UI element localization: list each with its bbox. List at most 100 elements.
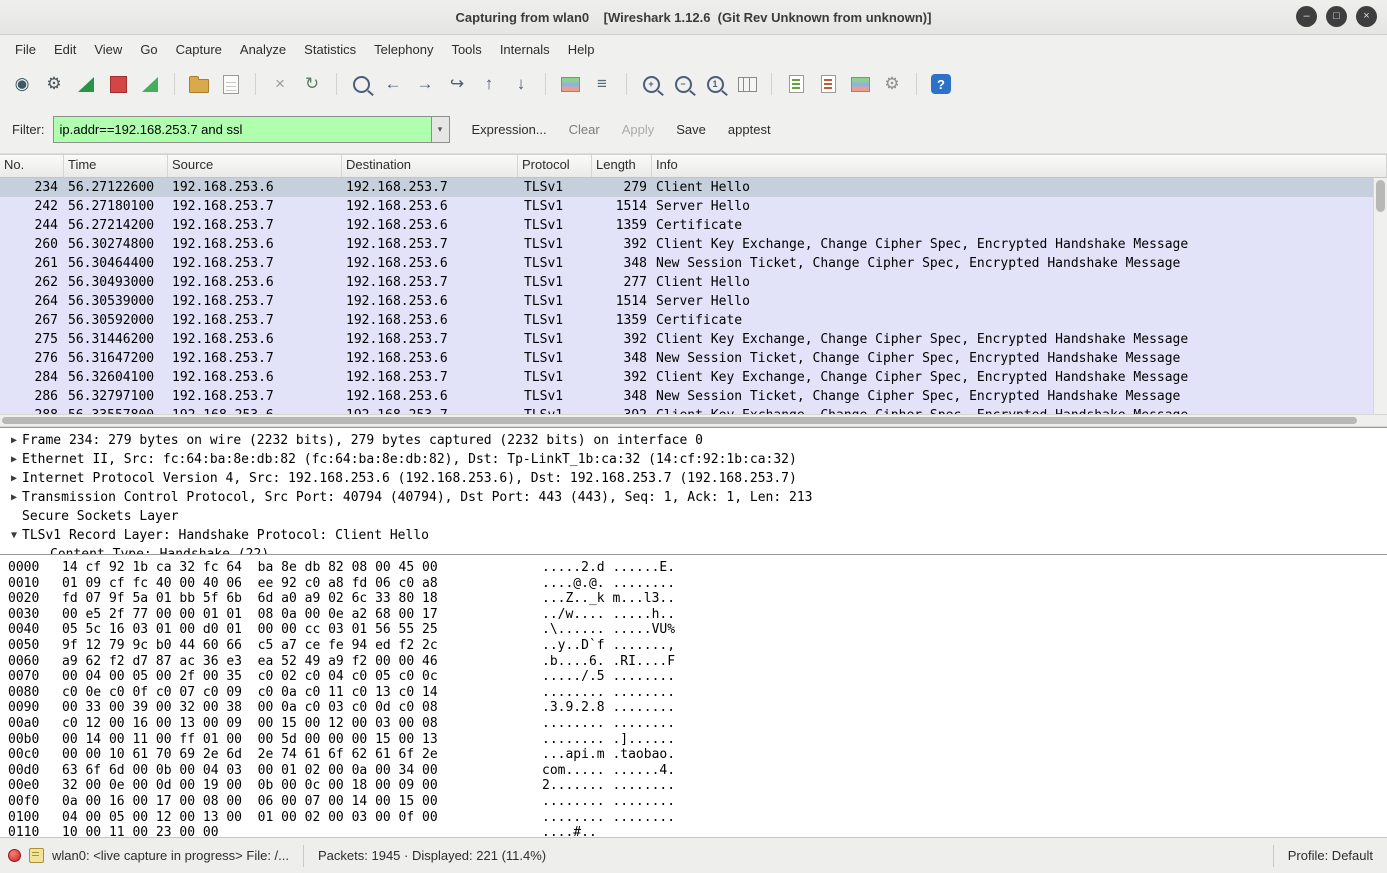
packet-row-244[interactable]: 24456.27214200192.168.253.7192.168.253.6… bbox=[0, 216, 1373, 235]
packet-list-hscrollbar[interactable] bbox=[0, 414, 1387, 427]
hex-line[interactable]: 0060a9 62 f2 d7 87 ac 36 e3 ea 52 49 a9 … bbox=[8, 654, 1387, 670]
menu-statistics[interactable]: Statistics bbox=[295, 37, 365, 62]
go-back-icon[interactable]: ← bbox=[379, 70, 407, 98]
capture-stop-icon[interactable] bbox=[104, 70, 132, 98]
packet-row-260[interactable]: 26056.30274800192.168.253.6192.168.253.7… bbox=[0, 235, 1373, 254]
zoom-out-icon[interactable]: − bbox=[669, 70, 697, 98]
tree-expander-icon[interactable]: ▶ bbox=[6, 450, 22, 469]
packet-row-288[interactable]: 28856.33557800192.168.253.6192.168.253.7… bbox=[0, 406, 1373, 414]
apptest-button[interactable]: apptest bbox=[718, 116, 781, 143]
hex-line[interactable]: 0080c0 0e c0 0f c0 07 c0 09 c0 0a c0 11 … bbox=[8, 685, 1387, 701]
hex-line[interactable]: 007000 04 00 05 00 2f 00 35 c0 02 c0 04 … bbox=[8, 669, 1387, 685]
column-header-protocol[interactable]: Protocol bbox=[518, 155, 592, 177]
expression-button[interactable]: Expression... bbox=[462, 116, 557, 143]
go-to-packet-icon[interactable]: ↪ bbox=[443, 70, 471, 98]
hex-line[interactable]: 00b000 14 00 11 00 ff 01 00 00 5d 00 00 … bbox=[8, 732, 1387, 748]
column-header-time[interactable]: Time bbox=[64, 155, 168, 177]
colorize-packet-list-icon[interactable] bbox=[556, 70, 584, 98]
capture-options-icon[interactable]: ⚙ bbox=[40, 70, 68, 98]
menu-analyze[interactable]: Analyze bbox=[231, 37, 295, 62]
detail-line[interactable]: ▶Transmission Control Protocol, Src Port… bbox=[6, 488, 1387, 507]
zoom-in-icon[interactable]: + bbox=[637, 70, 665, 98]
packet-row-267[interactable]: 26756.30592000192.168.253.7192.168.253.6… bbox=[0, 311, 1373, 330]
detail-line[interactable]: Secure Sockets Layer bbox=[6, 507, 1387, 526]
packet-row-261[interactable]: 26156.30464400192.168.253.7192.168.253.6… bbox=[0, 254, 1373, 273]
hex-line[interactable]: 010004 00 05 00 12 00 13 00 01 00 02 00 … bbox=[8, 810, 1387, 826]
column-header-source[interactable]: Source bbox=[168, 155, 342, 177]
menu-help[interactable]: Help bbox=[559, 37, 604, 62]
go-to-top-icon[interactable]: ↑ bbox=[475, 70, 503, 98]
menu-internals[interactable]: Internals bbox=[491, 37, 559, 62]
capture-comment-icon[interactable] bbox=[29, 848, 44, 863]
menu-go[interactable]: Go bbox=[131, 37, 166, 62]
tree-expander-icon[interactable]: ▼ bbox=[6, 526, 22, 545]
hex-line[interactable]: 000014 cf 92 1b ca 32 fc 64 ba 8e db 82 … bbox=[8, 560, 1387, 576]
column-header-no[interactable]: No. bbox=[0, 155, 64, 177]
tree-expander-icon[interactable]: ▶ bbox=[6, 431, 22, 450]
preferences-icon[interactable]: ⚙ bbox=[878, 70, 906, 98]
coloring-rules-icon[interactable] bbox=[846, 70, 874, 98]
zoom-100-icon[interactable]: 1 bbox=[701, 70, 729, 98]
packet-row-234[interactable]: 23456.27122600192.168.253.6192.168.253.7… bbox=[0, 178, 1373, 197]
close-button-icon[interactable]: × bbox=[1356, 6, 1377, 27]
menu-tools[interactable]: Tools bbox=[442, 37, 490, 62]
hex-line[interactable]: 009000 33 00 39 00 32 00 38 00 0a c0 03 … bbox=[8, 700, 1387, 716]
detail-line[interactable]: ▶Ethernet II, Src: fc:64:ba:8e:db:82 (fc… bbox=[6, 450, 1387, 469]
hex-line[interactable]: 011010 00 11 00 23 00 00....#.. bbox=[8, 825, 1387, 837]
tree-expander-icon[interactable]: ▶ bbox=[6, 469, 22, 488]
column-header-length[interactable]: Length bbox=[592, 155, 652, 177]
detail-line[interactable]: Content Type: Handshake (22) bbox=[34, 545, 1387, 554]
column-header-info[interactable]: Info bbox=[652, 155, 1387, 177]
hex-line[interactable]: 00c000 00 10 61 70 69 2e 6d 2e 74 61 6f … bbox=[8, 747, 1387, 763]
packet-list-vscrollbar[interactable] bbox=[1373, 178, 1387, 414]
menu-edit[interactable]: Edit bbox=[45, 37, 85, 62]
hscrollbar-thumb[interactable] bbox=[2, 417, 1357, 424]
tree-expander-icon[interactable] bbox=[6, 507, 22, 526]
hex-line[interactable]: 004005 5c 16 03 01 00 d0 01 00 00 cc 03 … bbox=[8, 622, 1387, 638]
hex-line[interactable]: 003000 e5 2f 77 00 00 01 01 08 0a 00 0e … bbox=[8, 607, 1387, 623]
capture-start-icon[interactable] bbox=[72, 70, 100, 98]
tree-expander-icon[interactable] bbox=[34, 545, 50, 554]
packet-row-286[interactable]: 28656.32797100192.168.253.7192.168.253.6… bbox=[0, 387, 1373, 406]
help-icon[interactable]: ? bbox=[927, 70, 955, 98]
reload-capture-icon[interactable]: ↻ bbox=[298, 70, 326, 98]
clear-button[interactable]: Clear bbox=[559, 116, 610, 143]
packet-row-284[interactable]: 28456.32604100192.168.253.6192.168.253.7… bbox=[0, 368, 1373, 387]
list-interfaces-icon[interactable]: ◉ bbox=[8, 70, 36, 98]
packet-row-264[interactable]: 26456.30539000192.168.253.7192.168.253.6… bbox=[0, 292, 1373, 311]
detail-line[interactable]: ▼TLSv1 Record Layer: Handshake Protocol:… bbox=[6, 526, 1387, 545]
save-capture-file-icon[interactable] bbox=[217, 70, 245, 98]
expert-info-icon[interactable] bbox=[8, 849, 21, 862]
menu-file[interactable]: File bbox=[6, 37, 45, 62]
save-button[interactable]: Save bbox=[666, 116, 716, 143]
go-to-bottom-icon[interactable]: ↓ bbox=[507, 70, 535, 98]
display-filters-icon[interactable] bbox=[814, 70, 842, 98]
capture-restart-icon[interactable] bbox=[136, 70, 164, 98]
minimize-button-icon[interactable]: – bbox=[1296, 6, 1317, 27]
open-capture-file-icon[interactable] bbox=[185, 70, 213, 98]
detail-line[interactable]: ▶Internet Protocol Version 4, Src: 192.1… bbox=[6, 469, 1387, 488]
hex-line[interactable]: 0020fd 07 9f 5a 01 bb 5f 6b 6d a0 a9 02 … bbox=[8, 591, 1387, 607]
go-forward-icon[interactable]: → bbox=[411, 70, 439, 98]
hex-line[interactable]: 00509f 12 79 9c b0 44 60 66 c5 a7 ce fe … bbox=[8, 638, 1387, 654]
filter-dropdown-icon[interactable]: ▾ bbox=[431, 116, 450, 143]
tree-expander-icon[interactable]: ▶ bbox=[6, 488, 22, 507]
menu-telephony[interactable]: Telephony bbox=[365, 37, 442, 62]
resize-columns-icon[interactable] bbox=[733, 70, 761, 98]
packet-row-275[interactable]: 27556.31446200192.168.253.6192.168.253.7… bbox=[0, 330, 1373, 349]
vscrollbar-thumb[interactable] bbox=[1376, 180, 1385, 212]
hex-line[interactable]: 00f00a 00 16 00 17 00 08 00 06 00 07 00 … bbox=[8, 794, 1387, 810]
packet-row-262[interactable]: 26256.30493000192.168.253.6192.168.253.7… bbox=[0, 273, 1373, 292]
hex-line[interactable]: 001001 09 cf fc 40 00 40 06 ee 92 c0 a8 … bbox=[8, 576, 1387, 592]
filter-input[interactable] bbox=[53, 116, 431, 143]
menu-view[interactable]: View bbox=[85, 37, 131, 62]
packet-row-242[interactable]: 24256.27180100192.168.253.7192.168.253.6… bbox=[0, 197, 1373, 216]
auto-scroll-icon[interactable]: ≡ bbox=[588, 70, 616, 98]
hex-line[interactable]: 00e032 00 0e 00 0d 00 19 00 0b 00 0c 00 … bbox=[8, 778, 1387, 794]
hex-line[interactable]: 00d063 6f 6d 00 0b 00 04 03 00 01 02 00 … bbox=[8, 763, 1387, 779]
menu-capture[interactable]: Capture bbox=[167, 37, 231, 62]
close-capture-icon[interactable]: × bbox=[266, 70, 294, 98]
find-packet-icon[interactable] bbox=[347, 70, 375, 98]
maximize-button-icon[interactable]: □ bbox=[1326, 6, 1347, 27]
column-header-destination[interactable]: Destination bbox=[342, 155, 518, 177]
